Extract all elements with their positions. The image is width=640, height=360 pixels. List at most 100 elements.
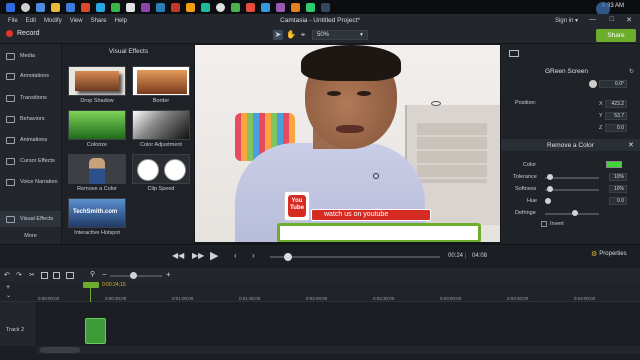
next-marker-icon[interactable]: › xyxy=(252,251,255,260)
sidebar-item-behaviors[interactable]: Behaviors xyxy=(0,111,61,127)
menu-file[interactable]: File xyxy=(8,18,18,24)
close-icon[interactable]: ✕ xyxy=(626,16,632,24)
sidebar-item-visual-effects[interactable]: Visual Effects xyxy=(0,211,61,227)
menu-modify[interactable]: Modify xyxy=(44,18,62,24)
office-icon[interactable] xyxy=(81,2,90,12)
track-header[interactable]: Track 2 xyxy=(0,302,37,346)
effect-interactive-hotspot[interactable]: TechSmith.com Interactive Hotspot xyxy=(68,198,126,236)
zoom-icon[interactable]: ⚲ xyxy=(90,270,95,278)
file-explorer-icon[interactable] xyxy=(51,2,60,12)
effect-remove-a-color[interactable]: Remove a Color xyxy=(68,154,126,192)
effect-drop-shadow[interactable]: Drop Shadow xyxy=(68,66,126,104)
edge-icon[interactable] xyxy=(66,2,75,12)
undo-icon[interactable]: ↶ xyxy=(4,271,10,279)
scrub-knob[interactable] xyxy=(284,253,292,261)
softness-slider[interactable] xyxy=(545,189,599,191)
select-tool-icon[interactable]: ➤ xyxy=(273,30,283,40)
zoom-out-icon[interactable]: − xyxy=(102,270,107,279)
app-icon[interactable] xyxy=(126,2,135,12)
menu-help[interactable]: Help xyxy=(115,18,127,24)
properties-visual-tab-icon[interactable] xyxy=(509,50,519,57)
taskview-icon[interactable] xyxy=(36,2,45,12)
collapse-icon[interactable]: ⌄ xyxy=(6,292,11,299)
chrome-icon[interactable] xyxy=(216,2,225,12)
timeline-zoom-knob[interactable] xyxy=(130,272,137,279)
app-icon[interactable] xyxy=(291,2,300,12)
zoom-select[interactable]: 50% ▼ xyxy=(312,30,368,40)
media-clip[interactable] xyxy=(85,318,106,344)
sidebar-item-transitions[interactable]: Transitions xyxy=(0,90,61,106)
app-icon[interactable] xyxy=(261,2,270,12)
redo-icon[interactable]: ↷ xyxy=(16,271,22,279)
record-button[interactable]: Record xyxy=(6,30,40,37)
paste-icon[interactable] xyxy=(53,272,60,279)
step-forward-icon[interactable]: ▶▶ xyxy=(192,251,204,260)
app-icon[interactable] xyxy=(321,2,330,12)
invert-checkbox[interactable] xyxy=(541,221,547,227)
app-icon[interactable] xyxy=(141,2,150,12)
video-preview[interactable]: You Tube watch us on youtube xyxy=(195,45,500,242)
maximize-icon[interactable]: □ xyxy=(610,16,614,23)
play-icon[interactable]: ▶ xyxy=(210,249,218,262)
menu-share[interactable]: Share xyxy=(91,18,107,24)
rotation-value[interactable]: 0.0° xyxy=(599,80,627,88)
camtasia-icon[interactable] xyxy=(111,2,120,12)
sidebar-more-button[interactable]: More xyxy=(0,228,61,244)
crop-tool-icon[interactable]: ⌖ xyxy=(298,30,308,40)
effect-border[interactable]: Border xyxy=(132,66,190,104)
softness-slider-knob[interactable] xyxy=(547,186,554,192)
app-icon[interactable] xyxy=(186,2,195,12)
app-icon[interactable] xyxy=(96,2,105,12)
windows-start-icon[interactable] xyxy=(6,2,15,12)
playhead-marker[interactable] xyxy=(83,282,99,288)
cut-icon[interactable]: ✂ xyxy=(29,271,35,279)
position-z-field[interactable]: 0.0 xyxy=(605,124,627,132)
split-icon[interactable] xyxy=(66,272,74,279)
color-swatch[interactable] xyxy=(606,161,622,168)
position-y-field[interactable]: 53.7 xyxy=(605,112,627,120)
app-icon[interactable] xyxy=(171,2,180,12)
properties-button[interactable]: ⚙ Properties xyxy=(591,250,627,258)
copy-icon[interactable] xyxy=(41,272,48,279)
tolerance-slider-knob[interactable] xyxy=(547,174,554,180)
pan-tool-icon[interactable]: ✋ xyxy=(286,30,296,40)
app-icon[interactable] xyxy=(156,2,165,12)
app-icon[interactable] xyxy=(306,2,315,12)
step-back-icon[interactable]: ◀◀ xyxy=(172,251,184,260)
scrub-bar[interactable] xyxy=(270,256,440,258)
add-track-icon[interactable]: + xyxy=(6,284,10,291)
timeline-scrollbar-thumb[interactable] xyxy=(40,347,80,353)
sign-in-button[interactable]: Sign in ▾ xyxy=(555,17,578,24)
app-icon[interactable] xyxy=(231,2,240,12)
app-icon[interactable] xyxy=(276,2,285,12)
sidebar-item-voice-narration[interactable]: Voice Narration xyxy=(0,174,61,190)
sidebar-item-annotations[interactable]: Annotations xyxy=(0,68,61,84)
timeline-ruler[interactable]: + ⌄ 0:00:24;15 0:00:00;00 0:00:30;00 0:0… xyxy=(0,282,640,340)
close-icon[interactable]: ✕ xyxy=(628,141,634,149)
softness-value[interactable]: 10% xyxy=(609,185,627,193)
minimize-icon[interactable]: — xyxy=(589,16,596,23)
position-x-field[interactable]: 423.2 xyxy=(605,100,627,108)
app-icon[interactable] xyxy=(201,2,210,12)
hue-value[interactable]: 0.0 xyxy=(609,197,627,205)
share-button[interactable]: Share xyxy=(596,29,636,42)
reset-icon[interactable]: ↻ xyxy=(629,68,634,75)
sidebar-item-media[interactable]: Media xyxy=(0,48,61,64)
rotation-dial[interactable] xyxy=(589,80,597,88)
prev-marker-icon[interactable]: ‹ xyxy=(234,251,237,260)
defringe-slider-knob[interactable] xyxy=(571,210,578,216)
hue-slider-knob[interactable] xyxy=(545,198,551,204)
effect-clip-speed[interactable]: Clip Speed xyxy=(132,154,190,192)
sidebar-item-animations[interactable]: Animations xyxy=(0,132,61,148)
effect-color-adjustment[interactable]: Color Adjustment xyxy=(132,110,190,148)
app-icon[interactable] xyxy=(246,2,255,12)
menu-view[interactable]: View xyxy=(70,18,83,24)
search-icon[interactable] xyxy=(21,2,30,12)
tolerance-slider[interactable] xyxy=(545,177,599,179)
menu-edit[interactable]: Edit xyxy=(26,18,36,24)
zoom-in-icon[interactable]: + xyxy=(166,270,171,279)
timeline-scrollbar[interactable] xyxy=(37,346,640,354)
effect-colorize[interactable]: Colorize xyxy=(68,110,126,148)
sidebar-item-cursor-effects[interactable]: Cursor Effects xyxy=(0,153,61,169)
tolerance-value[interactable]: 10% xyxy=(609,173,627,181)
